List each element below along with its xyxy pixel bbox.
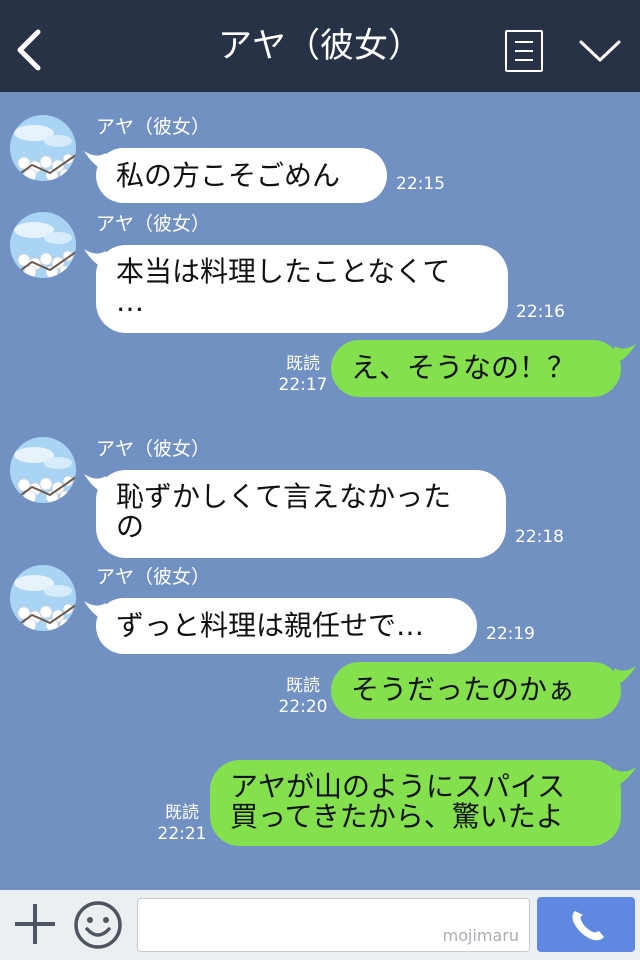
- read-receipt: 既読 22:20: [278, 676, 328, 717]
- message-time: 22:20: [278, 697, 328, 717]
- read-receipt: 既読 22:21: [157, 803, 207, 844]
- avatar[interactable]: [10, 437, 76, 503]
- message-input[interactable]: mojimaru: [137, 898, 530, 952]
- message-bubble[interactable]: アヤが山のようにスパイス 買ってきたから、驚いたよ: [210, 760, 621, 846]
- menu-button[interactable]: [505, 30, 543, 72]
- message-time: 22:16: [516, 302, 565, 322]
- message-bubble[interactable]: 本当は料理したことなくて …: [96, 245, 508, 333]
- message-time: 22:17: [278, 375, 328, 395]
- plus-icon: [15, 904, 55, 944]
- call-button[interactable]: [537, 897, 635, 952]
- sender-name: アヤ（彼女）: [96, 438, 211, 460]
- sender-name: アヤ（彼女）: [96, 116, 211, 138]
- message-bubble[interactable]: 恥ずかしくて言えなかった の: [96, 470, 506, 558]
- message-time: 22:15: [396, 174, 445, 194]
- watermark: mojimaru: [442, 926, 519, 945]
- avatar[interactable]: [10, 212, 76, 278]
- message-time: 22:21: [157, 824, 207, 844]
- sender-name: アヤ（彼女）: [96, 213, 211, 235]
- avatar[interactable]: [10, 115, 76, 181]
- message-time: 22:18: [515, 527, 564, 547]
- add-button[interactable]: [12, 901, 58, 947]
- smiley-icon: [74, 901, 122, 949]
- chat-title: アヤ（彼女）: [218, 26, 422, 66]
- avatar[interactable]: [10, 565, 76, 631]
- chat-area[interactable]: アヤ（彼女） 私の方こそごめん 22:15 アヤ（彼女） 本当は料理したことなく…: [0, 92, 640, 890]
- sticker-button[interactable]: [72, 899, 124, 951]
- message-bubble[interactable]: ずっと料理は親任せで…: [96, 598, 477, 654]
- phone-icon: [572, 911, 604, 941]
- read-receipt: 既読 22:17: [278, 354, 328, 395]
- sender-name: アヤ（彼女）: [96, 566, 211, 588]
- collapse-button[interactable]: [576, 36, 624, 66]
- message-bubble[interactable]: 私の方こそごめん: [96, 148, 387, 203]
- message-time: 22:19: [486, 624, 535, 644]
- message-bubble[interactable]: え、そうなの！？: [331, 340, 621, 397]
- message-bubble[interactable]: そうだったのかぁ: [331, 662, 621, 719]
- chevron-down-icon: [579, 40, 621, 62]
